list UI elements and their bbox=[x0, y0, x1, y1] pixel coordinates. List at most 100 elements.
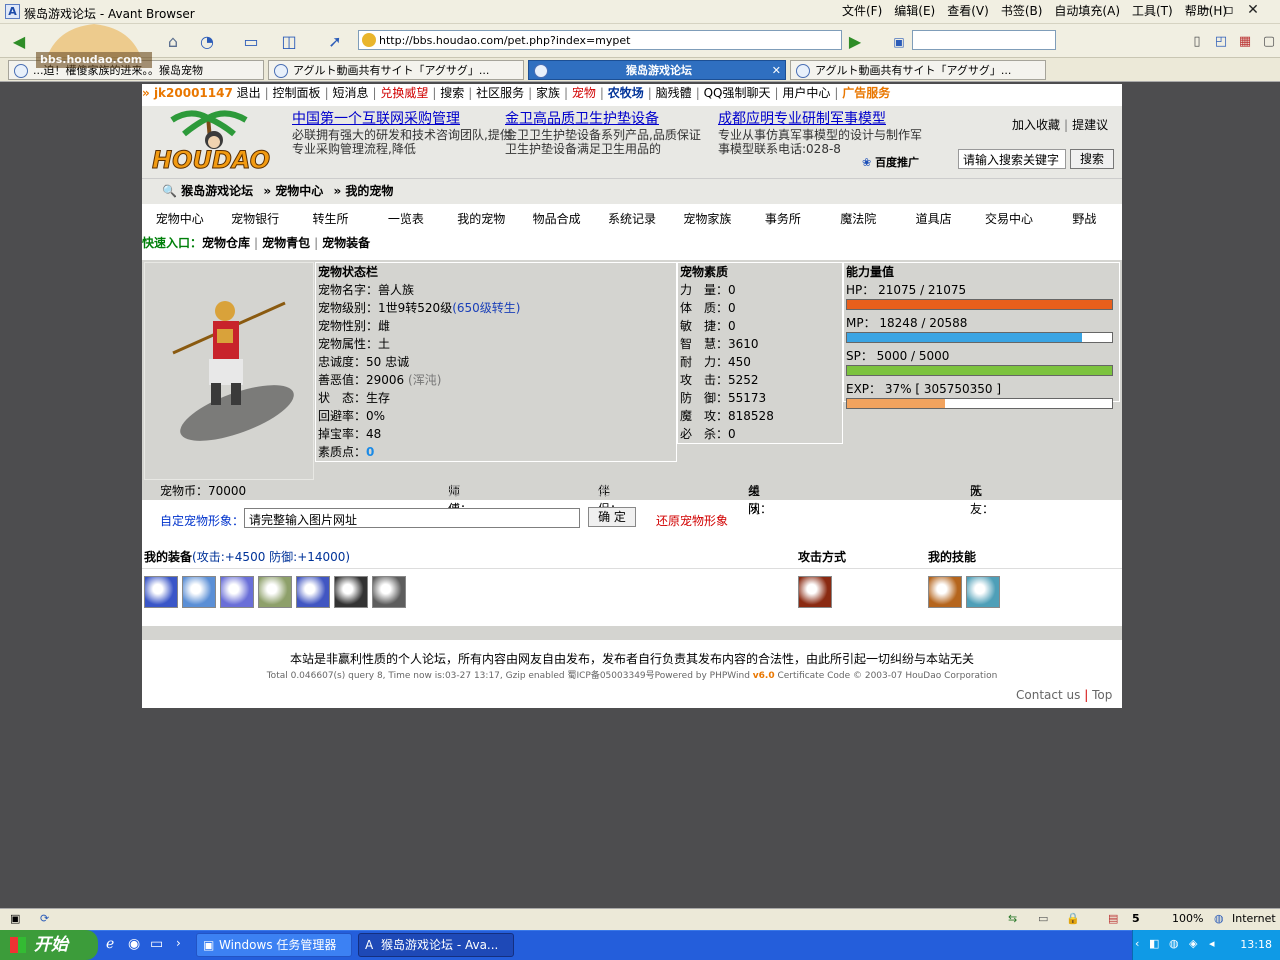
skill-icon[interactable] bbox=[928, 576, 962, 608]
ad-service-link[interactable]: 广告服务 bbox=[842, 86, 890, 100]
nav-synthesis[interactable]: 物品合成 bbox=[519, 210, 594, 227]
panel-icon[interactable]: ▣ bbox=[10, 912, 20, 925]
nav-item-shop[interactable]: 道具店 bbox=[896, 210, 971, 227]
username-link[interactable]: jk20001147 bbox=[154, 86, 233, 100]
tray-security-icon[interactable]: ◈ bbox=[1189, 937, 1197, 950]
lock-icon[interactable]: 🔒 bbox=[1066, 912, 1080, 925]
qq-chat-link[interactable]: QQ强制聊天 bbox=[704, 86, 771, 100]
grid-icon[interactable]: ▦ bbox=[1232, 30, 1258, 54]
pet-link[interactable]: 宠物 bbox=[572, 86, 596, 100]
refresh-icon[interactable]: ⟳ bbox=[40, 912, 49, 925]
desktop-quicklaunch-icon[interactable]: ▭ bbox=[150, 936, 163, 952]
minimize-icon[interactable]: ─ bbox=[1196, 2, 1214, 18]
nav-system-log[interactable]: 系统记录 bbox=[594, 210, 669, 227]
logout-link[interactable]: 退出 bbox=[237, 86, 261, 100]
skill-icon[interactable] bbox=[966, 576, 1000, 608]
menu-file[interactable]: 文件(F) bbox=[836, 0, 888, 20]
quick-bag[interactable]: 宠物青包 bbox=[262, 236, 310, 250]
attack-method-icon[interactable] bbox=[798, 576, 832, 608]
history-icon[interactable]: ◔ bbox=[194, 30, 220, 54]
tray-app-icon[interactable]: ◍ bbox=[1169, 937, 1179, 950]
menu-tools[interactable]: 工具(T) bbox=[1126, 0, 1179, 20]
farm-link[interactable]: 农牧场 bbox=[608, 86, 644, 100]
nav-trade[interactable]: 交易中心 bbox=[971, 210, 1046, 227]
nav-pet-family[interactable]: 宠物家族 bbox=[670, 210, 745, 227]
control-panel-link[interactable]: 控制面板 bbox=[273, 86, 321, 100]
screen-icon[interactable]: ▭ bbox=[1038, 912, 1048, 925]
home-icon[interactable]: ⌂ bbox=[160, 30, 186, 54]
menu-edit[interactable]: 编辑(E) bbox=[888, 0, 941, 20]
image-url-input[interactable]: 请完整输入图片网址 bbox=[244, 508, 580, 528]
nav-pet-center[interactable]: 宠物中心 bbox=[142, 210, 217, 227]
cursor-icon[interactable]: ➚ bbox=[322, 30, 348, 54]
tab-close-icon[interactable]: ▢ bbox=[1256, 30, 1280, 54]
taskbar-task-manager[interactable]: ▣ Windows 任务管理器 bbox=[196, 933, 352, 957]
quick-warehouse[interactable]: 宠物仓库 bbox=[202, 236, 250, 250]
ad-procurement[interactable]: 中国第一个互联网采购管理 必联拥有强大的研发和技术咨询团队,提供专业采购管理流程… bbox=[292, 108, 512, 156]
breadcrumb-my-pet[interactable]: » 我的宠物 bbox=[333, 184, 393, 198]
ad-title[interactable]: 金卫高品质卫生护垫设备 bbox=[505, 108, 705, 128]
tray-volume-icon[interactable]: ◂ bbox=[1209, 937, 1215, 950]
tab-houdao-active[interactable]: 猴岛游戏论坛 ✕ bbox=[528, 60, 786, 80]
houdao-logo[interactable]: HOUDAO bbox=[150, 108, 271, 178]
community-link[interactable]: 社区服务 bbox=[476, 86, 524, 100]
page-icon[interactable]: ▯ bbox=[1184, 30, 1210, 54]
address-bar[interactable]: http://bbs.houdao.com/pet.php?index=mype… bbox=[358, 30, 842, 50]
nav-office[interactable]: 事务所 bbox=[745, 210, 820, 227]
restore-icon[interactable]: ▫ bbox=[1220, 2, 1238, 18]
nav-overview[interactable]: 一览表 bbox=[368, 210, 443, 227]
search-engine-icon[interactable]: ▣ bbox=[886, 30, 912, 54]
network-icon[interactable]: ⇆ bbox=[1008, 912, 1017, 925]
search-link[interactable]: 搜索 bbox=[440, 86, 464, 100]
equipment-item-icon[interactable] bbox=[372, 576, 406, 608]
naocan-link[interactable]: 脑残體 bbox=[656, 86, 692, 100]
equipment-item-icon[interactable] bbox=[296, 576, 330, 608]
top-link[interactable]: Top bbox=[1092, 688, 1112, 702]
tab-agsag-1[interactable]: アグルト動画共有サイト「アグサグ」... bbox=[268, 60, 524, 80]
nav-battle[interactable]: 野战 bbox=[1047, 210, 1122, 227]
ad-title[interactable]: 成都应明专业研制军事模型 bbox=[718, 108, 928, 128]
ad-military-model[interactable]: 成都应明专业研制军事模型 专业从事仿真军事模型的设计与制作军事模型联系电话:02… bbox=[718, 108, 928, 156]
browser-quicklaunch-icon[interactable]: ◉ bbox=[128, 936, 140, 952]
close-icon[interactable]: ✕ bbox=[1244, 2, 1262, 18]
taskbar-browser[interactable]: A 猴岛游戏论坛 - Ava... bbox=[358, 933, 514, 957]
popup-blocker-icon[interactable]: ▤ bbox=[1108, 912, 1118, 925]
breadcrumb-pet-center[interactable]: » 宠物中心 bbox=[263, 184, 323, 198]
tile-icon[interactable]: ◰ bbox=[1208, 30, 1234, 54]
ad-hygiene[interactable]: 金卫高品质卫生护垫设备 金卫卫生护垫设备系列产品,品质保证卫生护垫设备满足卫生用… bbox=[505, 108, 705, 156]
messages-link[interactable]: 短消息 bbox=[332, 86, 368, 100]
suggest-link[interactable]: 提建议 bbox=[1072, 118, 1108, 132]
equipment-item-icon[interactable] bbox=[258, 576, 292, 608]
zoom-level[interactable]: 100% bbox=[1172, 912, 1203, 925]
equipment-item-icon[interactable] bbox=[220, 576, 254, 608]
start-button[interactable]: 开始 bbox=[0, 930, 98, 960]
nav-rebirth[interactable]: 转生所 bbox=[293, 210, 368, 227]
layout-icon[interactable]: ◫ bbox=[276, 30, 302, 54]
equipment-item-icon[interactable] bbox=[182, 576, 216, 608]
more-quicklaunch-icon[interactable]: › bbox=[176, 936, 181, 950]
menu-autofill[interactable]: 自动填充(A) bbox=[1048, 0, 1126, 20]
tray-network-icon[interactable]: ◧ bbox=[1149, 937, 1159, 950]
confirm-button[interactable]: 确 定 bbox=[588, 507, 636, 527]
baidu-promo[interactable]: ❀ 百度推广 bbox=[862, 154, 919, 170]
tab-agsag-2[interactable]: アグルト動画共有サイト「アグサグ」... bbox=[790, 60, 1046, 80]
menu-bookmarks[interactable]: 书签(B) bbox=[995, 0, 1049, 20]
breadcrumb-forum[interactable]: 猴岛游戏论坛 bbox=[181, 184, 253, 198]
tab-close-icon[interactable]: ✕ bbox=[772, 61, 781, 79]
user-center-link[interactable]: 用户中心 bbox=[782, 86, 830, 100]
back-icon[interactable]: ◀ bbox=[6, 30, 32, 54]
bookmark-link[interactable]: 加入收藏 bbox=[1012, 118, 1060, 132]
ie-quicklaunch-icon[interactable]: ℯ bbox=[106, 936, 114, 952]
menu-view[interactable]: 查看(V) bbox=[941, 0, 995, 20]
quick-equipment[interactable]: 宠物装备 bbox=[322, 236, 370, 250]
toolbar-search-input[interactable] bbox=[912, 30, 1056, 50]
equipment-item-icon[interactable] bbox=[144, 576, 178, 608]
tray-expand-icon[interactable]: ‹ bbox=[1135, 937, 1139, 950]
exchange-link[interactable]: 兑换威望 bbox=[380, 86, 428, 100]
equipment-item-icon[interactable] bbox=[334, 576, 368, 608]
restore-image-link[interactable]: 还原宠物形象 bbox=[656, 512, 728, 529]
rebirth-link[interactable]: (650级转生) bbox=[452, 301, 520, 315]
header-search-button[interactable]: 搜索 bbox=[1070, 149, 1114, 169]
contact-link[interactable]: Contact us bbox=[1016, 688, 1080, 702]
ad-title[interactable]: 中国第一个互联网采购管理 bbox=[292, 108, 512, 128]
